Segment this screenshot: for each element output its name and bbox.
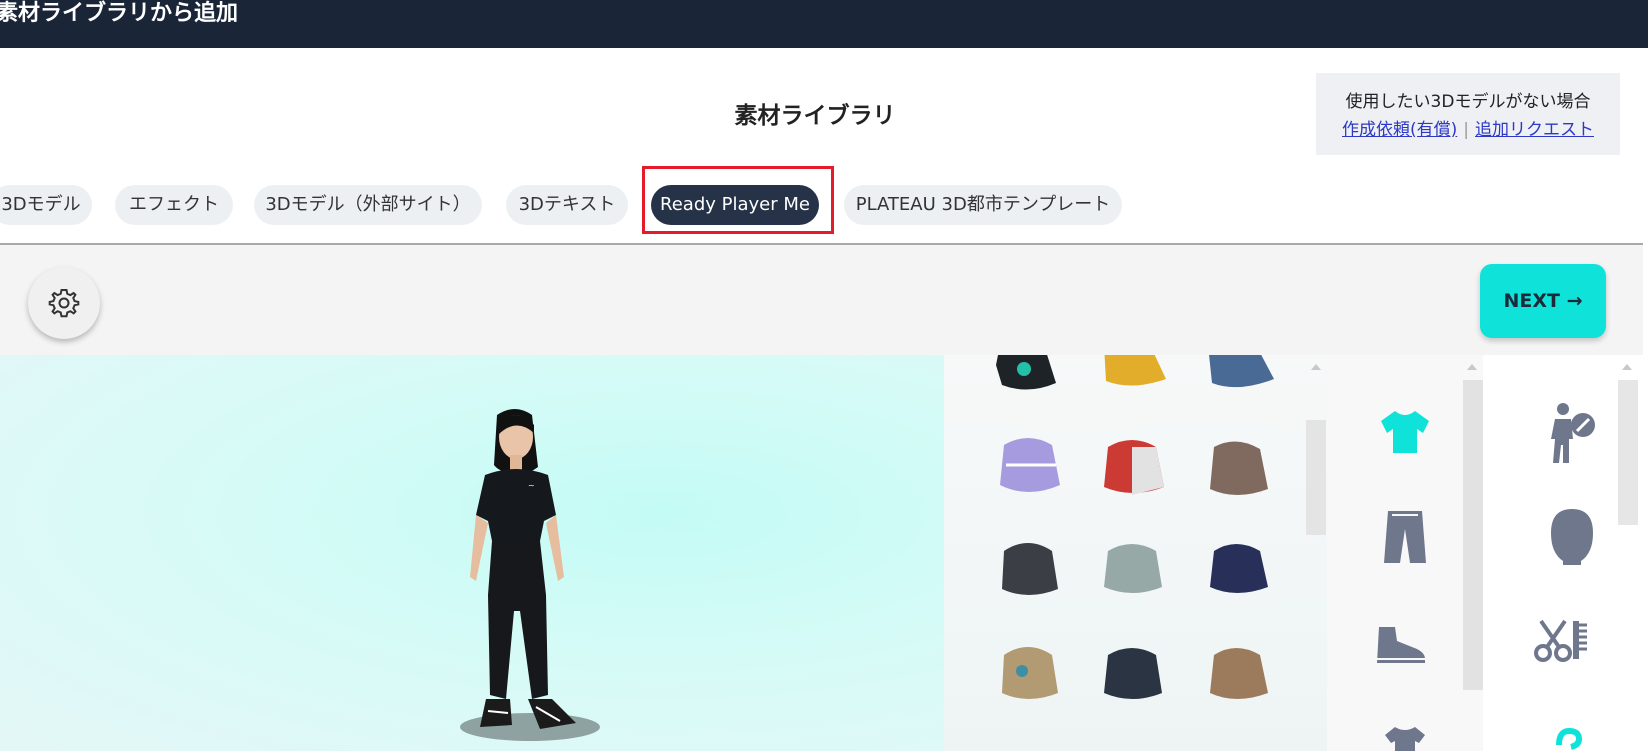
list-item: [1002, 543, 1058, 595]
list-item: [1104, 544, 1162, 593]
add-request-link[interactable]: 追加リクエスト: [1475, 120, 1594, 140]
section-scrollbar[interactable]: [1618, 380, 1638, 525]
tab-effect[interactable]: エフェクト: [115, 185, 233, 225]
tshirt-icon[interactable]: [1377, 407, 1433, 457]
settings-button[interactable]: [28, 267, 100, 339]
list-item: [1210, 648, 1268, 699]
list-item: [1209, 355, 1274, 388]
scroll-up-arrow[interactable]: [1622, 364, 1632, 370]
page-title: 素材ライブラリ: [734, 103, 896, 129]
gear-icon: [48, 289, 80, 318]
list-item: [1210, 441, 1268, 495]
head-icon[interactable]: [1547, 507, 1597, 567]
link-separator: |: [1463, 120, 1469, 140]
tab-plateau-template[interactable]: PLATEAU 3D都市テンプレート: [844, 185, 1122, 225]
category-scrollbar[interactable]: [1463, 380, 1483, 690]
dialog-header: 素材ライブラリから追加: [0, 0, 1648, 48]
scroll-up-arrow[interactable]: [1311, 364, 1321, 370]
request-links: 作成依頼(有償) | 追加リクエスト: [1316, 115, 1620, 140]
list-item: [1104, 648, 1162, 699]
tab-3d-text[interactable]: 3Dテキスト: [506, 185, 628, 225]
question-icon[interactable]: [1551, 727, 1587, 751]
dialog-title: 素材ライブラリから追加: [0, 1, 239, 26]
outfit-thumbnails: [996, 355, 1274, 699]
request-box: 使用したい3Dモデルがない場合 作成依頼(有償) | 追加リクエスト: [1316, 73, 1620, 155]
list-item: [1210, 544, 1268, 593]
request-prompt: 使用したい3Dモデルがない場合: [1345, 92, 1591, 112]
tab-3d-model-external[interactable]: 3Dモデル（外部サイト）: [254, 185, 482, 225]
next-button[interactable]: NEXT →: [1480, 264, 1606, 338]
avatar-figure: ~: [460, 409, 600, 741]
hair-scissors-icon[interactable]: [1533, 617, 1593, 663]
svg-text:~: ~: [528, 481, 535, 490]
list-item: [996, 355, 1056, 390]
item-scrollbar[interactable]: [1306, 420, 1326, 535]
avatar-viewport[interactable]: ~: [0, 355, 944, 751]
list-item: [1104, 355, 1166, 386]
outfit-icon[interactable]: [1381, 723, 1429, 751]
list-item: [1000, 438, 1060, 492]
list-item: [1002, 647, 1058, 699]
outfit-item-panel: [944, 355, 1327, 751]
tab-3d-model[interactable]: 3Dモデル: [0, 185, 92, 225]
paid-request-link[interactable]: 作成依頼(有償): [1342, 120, 1457, 140]
category-panel: [1327, 355, 1483, 751]
pants-icon[interactable]: [1382, 509, 1428, 565]
editor-toolbar: [0, 245, 1643, 355]
scroll-up-arrow[interactable]: [1467, 364, 1477, 370]
highlight-box: [642, 166, 834, 234]
list-item: [1104, 440, 1164, 495]
body-edit-icon[interactable]: [1543, 401, 1599, 465]
shoe-icon[interactable]: [1373, 623, 1427, 667]
